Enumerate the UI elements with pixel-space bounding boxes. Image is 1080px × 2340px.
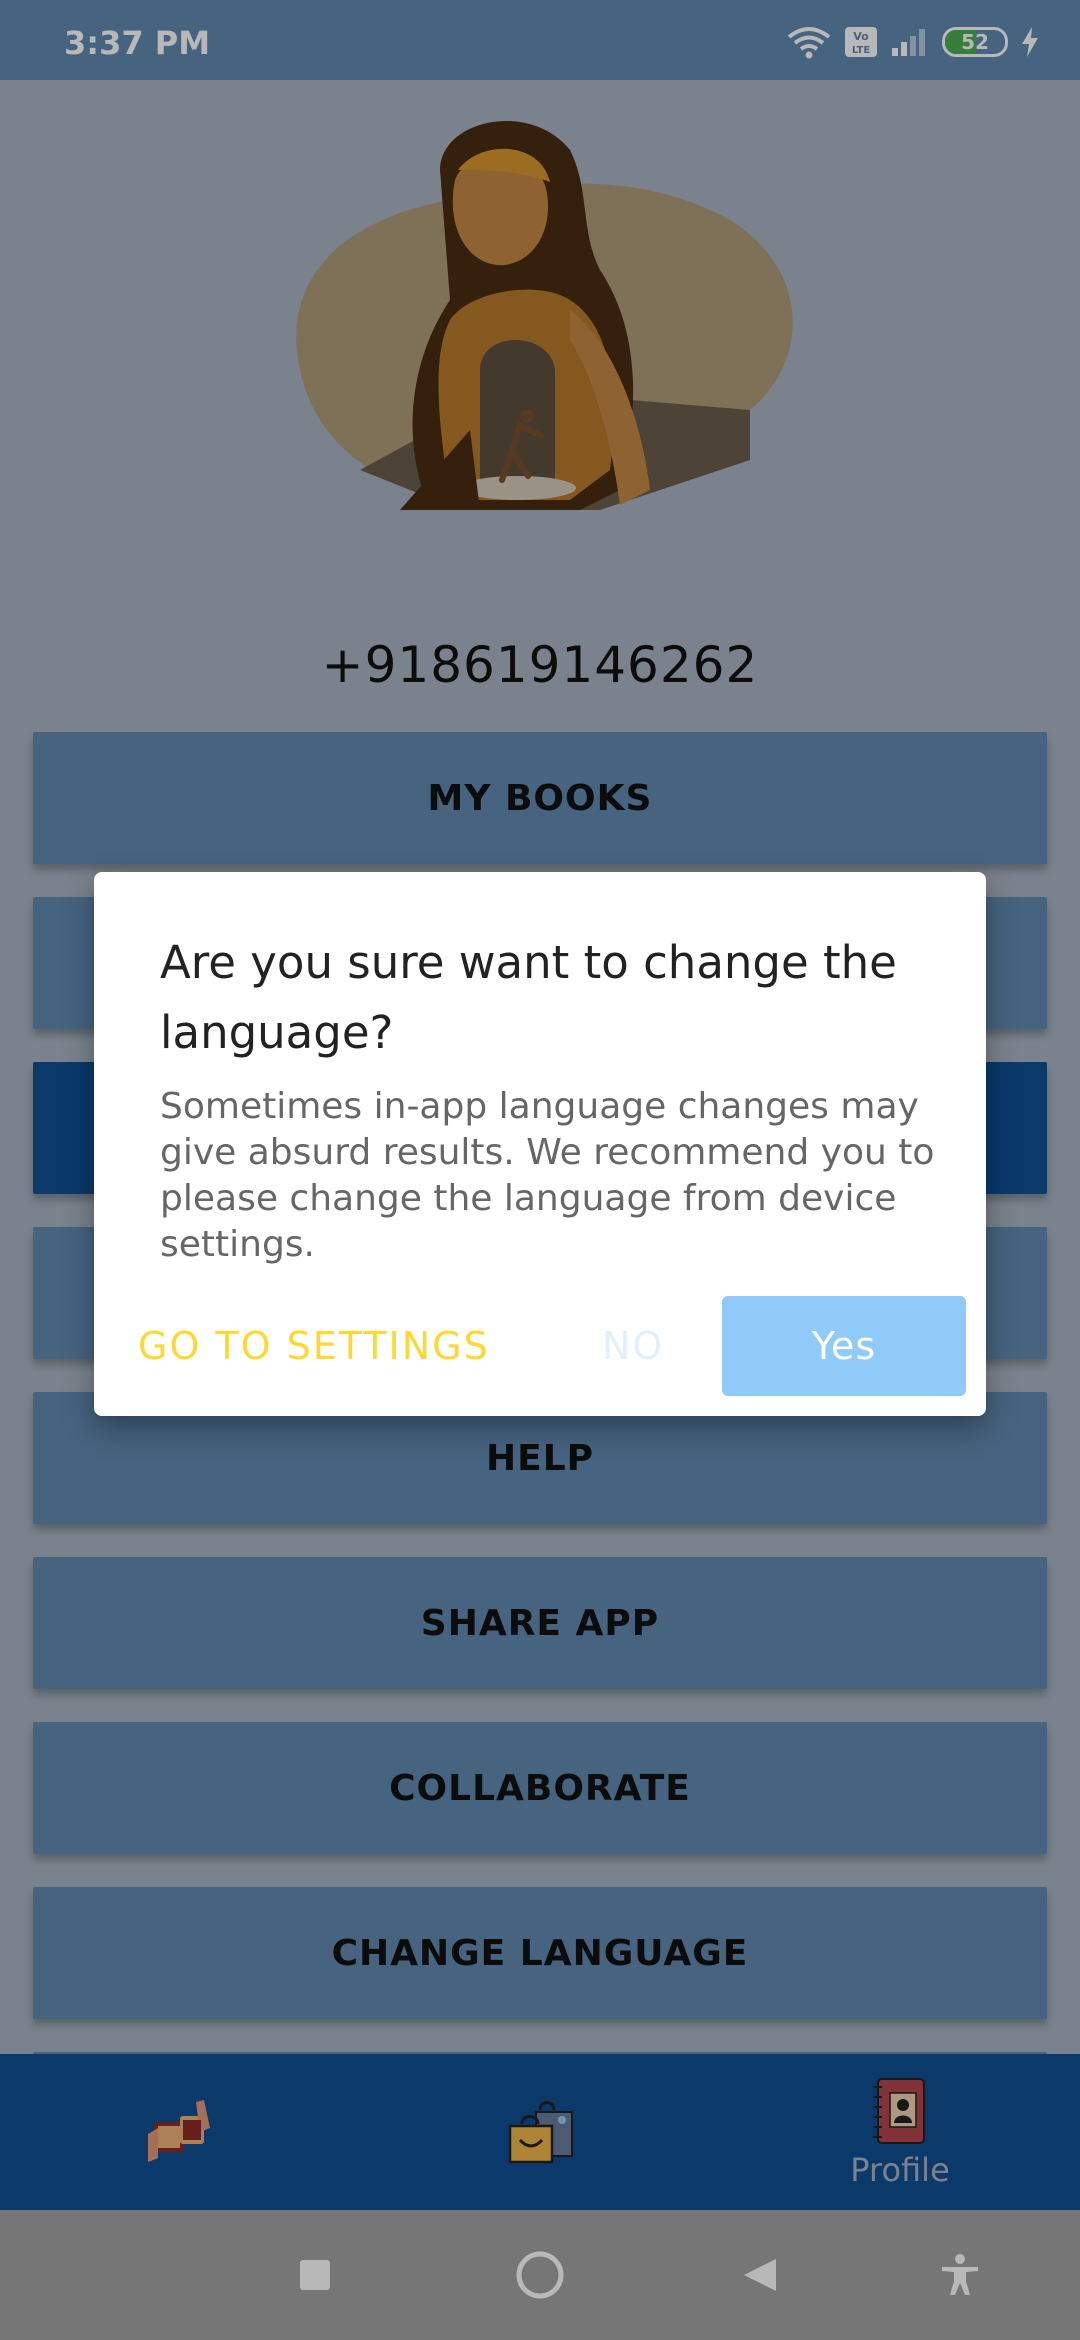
go-to-settings-button[interactable]: GO TO SETTINGS: [138, 1296, 490, 1396]
dialog-message: Sometimes in-app language changes may gi…: [160, 1086, 935, 1265]
dialog-title: Are you sure want to change the language…: [160, 936, 897, 1059]
yes-button[interactable]: Yes: [722, 1296, 966, 1396]
change-language-dialog: Are you sure want to change the language…: [94, 872, 986, 1416]
no-button[interactable]: NO: [602, 1296, 664, 1396]
